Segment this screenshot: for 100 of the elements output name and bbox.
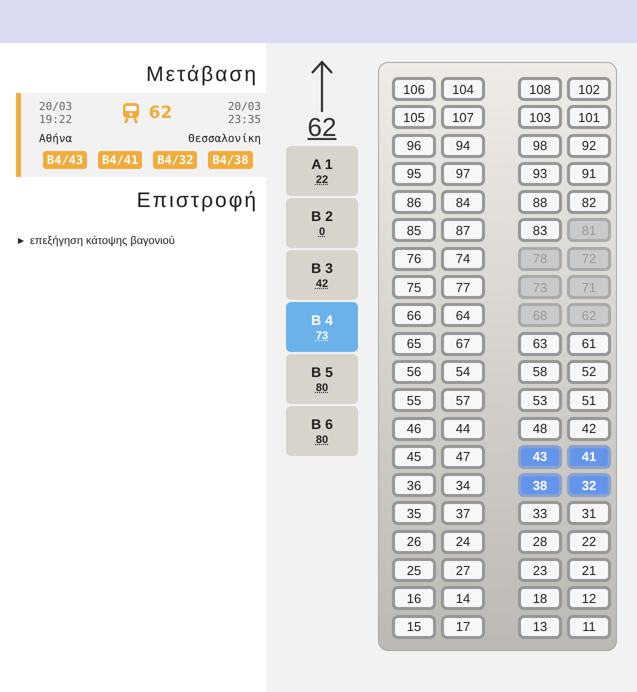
seat[interactable]: 54	[441, 360, 485, 384]
seat[interactable]: 14	[441, 586, 485, 610]
seat[interactable]: 94	[441, 134, 485, 158]
train-number: 62	[148, 103, 172, 123]
free-seat-count: 22	[316, 174, 328, 186]
seat[interactable]: 13	[518, 614, 562, 639]
seat[interactable]: 82	[567, 190, 611, 214]
seat[interactable]: 17	[441, 614, 485, 639]
seat[interactable]: 52	[567, 360, 611, 384]
seat[interactable]: 34	[441, 473, 485, 498]
seat[interactable]: 103	[518, 105, 562, 130]
seat[interactable]: 98	[518, 134, 562, 158]
seat[interactable]: 23	[518, 558, 562, 582]
coach-label: B 5	[311, 364, 333, 380]
seat[interactable]: 58	[518, 360, 562, 384]
expand-triangle-icon[interactable]	[18, 238, 24, 244]
coach-tab[interactable]: B 3 42	[286, 250, 358, 300]
seat[interactable]: 104	[441, 77, 485, 101]
seat[interactable]: 53	[518, 388, 562, 412]
seat[interactable]: 27	[441, 558, 485, 582]
seat[interactable]: 45	[392, 444, 436, 469]
seat[interactable]: 44	[441, 416, 485, 441]
seat[interactable]: 63	[518, 332, 562, 356]
seat[interactable]: 26	[392, 530, 436, 554]
seat[interactable]: 16	[392, 586, 436, 610]
seat-tag: B4/38	[208, 151, 252, 169]
coach-label: B 6	[311, 416, 333, 432]
seat[interactable]: 42	[567, 416, 611, 441]
seat[interactable]: 84	[441, 190, 485, 214]
section-heading: Επιστροφή	[136, 188, 259, 214]
seat[interactable]: 36	[392, 473, 436, 498]
seat[interactable]: 96	[392, 134, 436, 158]
coach-tab[interactable]: B 6 80	[286, 406, 358, 456]
seat[interactable]: 22	[567, 530, 611, 554]
seat[interactable]: 28	[518, 530, 562, 554]
seat[interactable]: 56	[392, 360, 436, 384]
departure-datetime: 20/03 19:22	[39, 100, 72, 126]
floor-plan-legend-link[interactable]: επεξήγηση κάτοψης βαγονιού	[30, 235, 175, 247]
coach-label: B 3	[311, 260, 333, 276]
free-seat-count: 0	[318, 226, 326, 238]
seat-tag: B4/32	[153, 151, 198, 169]
free-seat-count: 80	[316, 382, 328, 394]
seat[interactable]: 86	[392, 190, 436, 214]
seat[interactable]: 47	[441, 444, 485, 469]
seat[interactable]: 106	[392, 77, 436, 101]
seat-tag: B4/41	[98, 151, 142, 169]
seat[interactable]: 57	[441, 388, 485, 412]
free-seat-count: 73	[316, 330, 328, 342]
seat[interactable]: 46	[392, 416, 436, 441]
seat[interactable]: 21	[567, 558, 611, 582]
coach-label: B 4	[311, 312, 333, 328]
seat[interactable]: 15	[392, 614, 436, 639]
seat[interactable]: 31	[567, 501, 611, 526]
seat[interactable]: 67	[441, 332, 485, 356]
seat[interactable]: 65	[392, 332, 436, 356]
seat[interactable]: 61	[567, 332, 611, 356]
seat[interactable]: 93	[518, 162, 562, 186]
seat[interactable]: 51	[567, 388, 611, 412]
seat[interactable]: 108	[518, 77, 562, 101]
coach-tab[interactable]: B 2 0	[286, 198, 358, 248]
seat[interactable]: 102	[567, 77, 611, 101]
seat[interactable]: 37	[441, 501, 485, 526]
coach-label: A 1	[311, 156, 333, 172]
seat[interactable]: 88	[518, 190, 562, 214]
seat[interactable]: 66	[392, 303, 436, 328]
train-number: 62	[308, 112, 336, 142]
seat[interactable]: 18	[518, 586, 562, 610]
seat[interactable]: 33	[518, 501, 562, 526]
seat[interactable]: 87	[441, 218, 485, 242]
seat[interactable]: 107	[441, 105, 485, 130]
seat[interactable]: 91	[567, 162, 611, 186]
origin-station: Αθήνα	[39, 132, 72, 145]
seat[interactable]: 76	[392, 246, 436, 271]
seat[interactable]: 55	[392, 388, 436, 412]
seat[interactable]: 35	[392, 501, 436, 526]
free-seat-count: 42	[316, 278, 328, 290]
seat[interactable]: 75	[392, 275, 436, 300]
seat[interactable]: 74	[441, 246, 485, 271]
seat-tag: B4/43	[43, 151, 88, 169]
seat[interactable]: 24	[441, 530, 485, 554]
destination-station: Θεσσαλονίκη	[188, 132, 261, 145]
coach-tab[interactable]: A 1 22	[286, 146, 358, 196]
free-seat-count: 80	[316, 434, 328, 446]
direction-arrow-icon	[311, 60, 333, 112]
seat[interactable]: 101	[567, 105, 611, 130]
arrival-datetime: 20/03 23:35	[228, 100, 261, 126]
seat[interactable]: 95	[392, 162, 436, 186]
seat[interactable]: 105	[392, 105, 436, 130]
seat[interactable]: 92	[567, 134, 611, 158]
seat[interactable]: 25	[392, 558, 436, 582]
seat[interactable]: 48	[518, 416, 562, 441]
seat[interactable]: 97	[441, 162, 485, 186]
coach-tab[interactable]: B 5 80	[286, 354, 358, 404]
seat[interactable]: 83	[518, 218, 562, 242]
seat[interactable]: 64	[441, 303, 485, 328]
seat[interactable]: 85	[392, 218, 436, 242]
seat[interactable]: 12	[567, 586, 611, 610]
seat[interactable]: 77	[441, 275, 485, 300]
seat[interactable]: 11	[567, 614, 611, 639]
coach-label: B 2	[311, 208, 333, 224]
